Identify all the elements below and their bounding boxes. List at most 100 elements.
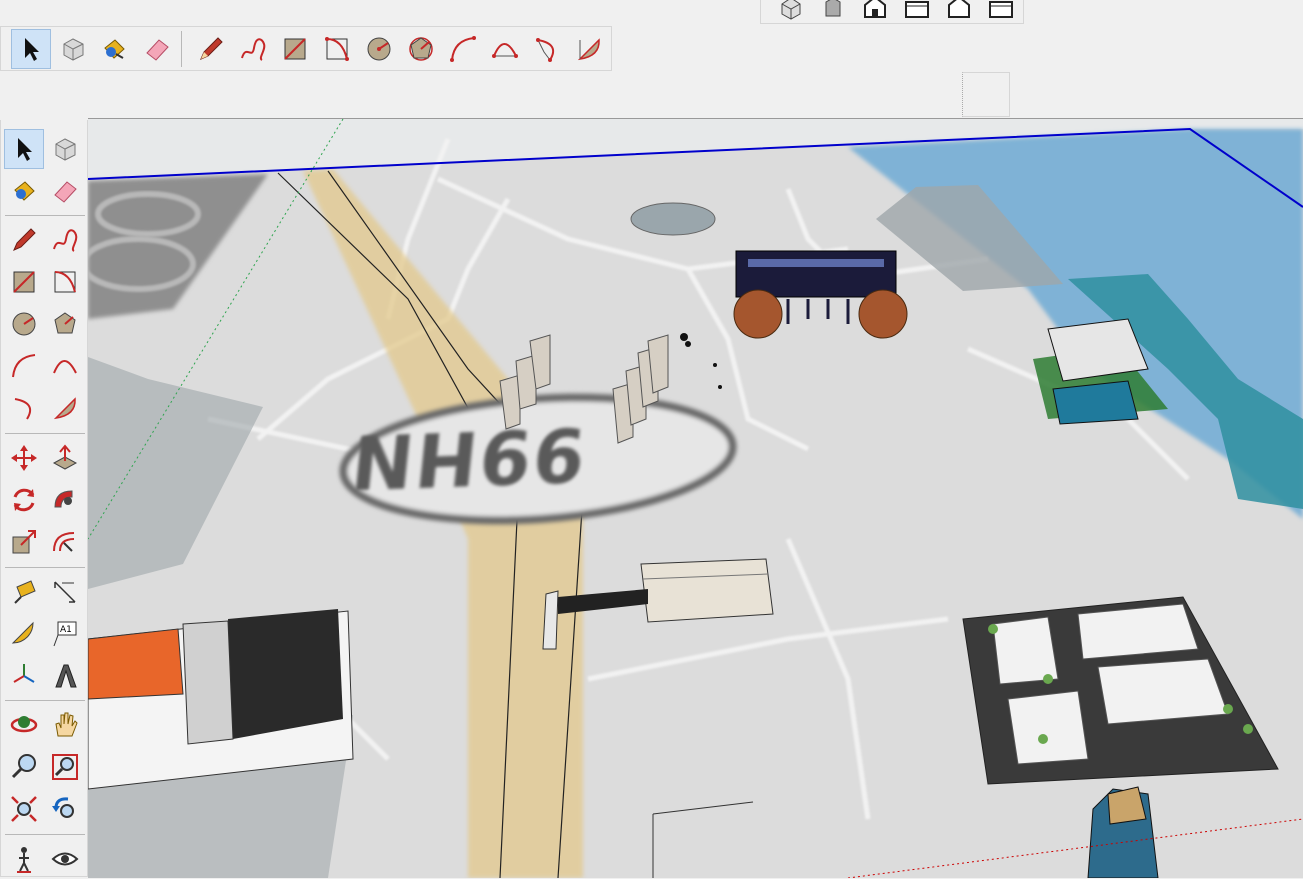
left-circle-tool-button[interactable]	[4, 304, 44, 344]
rectangle-tool-button[interactable]	[275, 29, 315, 69]
rectangle-icon	[284, 38, 306, 60]
arc-tool-button[interactable]	[443, 29, 483, 69]
circle-tool-button[interactable]	[359, 29, 399, 69]
dimension-tool-button[interactable]	[45, 572, 85, 612]
round-pad	[630, 202, 716, 236]
move-arrows-icon	[11, 445, 37, 471]
3d-text-icon	[55, 664, 77, 688]
top-view-button[interactable]	[815, 0, 851, 25]
look-around-tool-button[interactable]	[45, 839, 85, 879]
top-view-icon	[825, 0, 841, 17]
freehand-tool-button[interactable]	[233, 29, 273, 69]
tool-separator	[5, 700, 85, 701]
walk-tool-button[interactable]	[4, 839, 44, 879]
iso-view-button[interactable]	[773, 0, 809, 25]
arrow-cursor-icon	[18, 138, 32, 161]
two-point-arc-tool-button[interactable]	[485, 29, 525, 69]
rotate-tool-button[interactable]	[4, 480, 44, 520]
component-box-icon	[55, 138, 76, 161]
walk-figure-icon	[17, 847, 31, 873]
component-box-icon	[63, 38, 84, 61]
iso-view-icon	[781, 0, 801, 20]
left-line-tool-button[interactable]	[4, 220, 44, 260]
paint-bucket-icon	[104, 39, 125, 59]
3d-text-tool-button[interactable]	[45, 656, 85, 696]
orbit-tool-button[interactable]	[4, 705, 44, 745]
left-arc-tool-button[interactable]	[4, 346, 44, 386]
protractor-tool-button[interactable]	[4, 614, 44, 654]
left-pie-tool-button[interactable]	[45, 388, 85, 428]
zoom-tool-button[interactable]	[4, 747, 44, 787]
line-tool-button[interactable]	[191, 29, 231, 69]
left-rotated-rectangle-tool-button[interactable]	[45, 262, 85, 302]
left-view-button[interactable]	[983, 0, 1019, 25]
left-make-component-button[interactable]	[45, 129, 85, 169]
pan-tool-button[interactable]	[45, 705, 85, 745]
eye-icon	[51, 852, 79, 866]
rotated-rectangle-icon	[54, 271, 76, 293]
tape-measure-icon	[14, 580, 36, 604]
scale-tool-button[interactable]	[4, 522, 44, 562]
previous-view-icon	[52, 797, 74, 818]
three-point-arc-tool-button[interactable]	[527, 29, 567, 69]
text-tool-label: A1	[60, 625, 72, 635]
left-polygon-tool-button[interactable]	[45, 304, 85, 344]
axes-tool-button[interactable]	[4, 656, 44, 696]
polygon-tool-button[interactable]	[401, 29, 441, 69]
back-view-button[interactable]	[941, 0, 977, 25]
axes-icon	[13, 664, 35, 683]
eraser-button[interactable]	[137, 29, 177, 69]
left-three-point-arc-tool-button[interactable]	[4, 388, 44, 428]
orbit-icon	[10, 716, 38, 733]
empty-toolbar	[962, 72, 1010, 117]
select-tool-button[interactable]	[11, 29, 51, 69]
right-view-icon	[905, 1, 929, 18]
polygon-icon	[409, 37, 433, 61]
views-toolbar	[760, 0, 1024, 24]
make-component-button[interactable]	[53, 29, 93, 69]
pie-icon	[53, 397, 76, 420]
previous-view-tool-button[interactable]	[45, 789, 85, 829]
follow-me-tool-button[interactable]	[45, 480, 85, 520]
stadium-complex-model[interactable]	[88, 609, 354, 790]
left-two-point-arc-tool-button[interactable]	[45, 346, 85, 386]
push-pull-tool-button[interactable]	[45, 438, 85, 478]
offset-icon	[53, 532, 75, 552]
left-eraser-button[interactable]	[45, 171, 85, 211]
right-view-button[interactable]	[899, 0, 935, 25]
model-viewport[interactable]: 99HN	[88, 118, 1303, 878]
paint-bucket-button[interactable]	[94, 29, 134, 69]
text-tool-button[interactable]: A1	[45, 614, 85, 654]
zoom-window-icon	[52, 754, 78, 780]
zoom-extents-tool-button[interactable]	[4, 789, 44, 829]
rotated-rectangle-tool-button[interactable]	[317, 29, 357, 69]
tool-separator	[5, 834, 85, 835]
eraser-icon	[54, 181, 77, 203]
scene-canvas	[88, 119, 1303, 878]
drawing-toolbar	[0, 26, 612, 71]
toolbar-separator	[181, 31, 182, 67]
arc-icon	[450, 36, 476, 62]
polygon-icon	[54, 312, 76, 334]
tool-separator	[5, 215, 85, 216]
protractor-icon	[11, 621, 34, 644]
offset-tool-button[interactable]	[45, 522, 85, 562]
front-view-icon	[864, 0, 886, 18]
left-select-tool-button[interactable]	[4, 129, 44, 169]
back-view-icon	[948, 0, 970, 18]
front-view-button[interactable]	[857, 0, 893, 25]
circle-icon	[12, 312, 36, 336]
left-rectangle-tool-button[interactable]	[4, 262, 44, 302]
pencil-icon	[13, 228, 36, 251]
tape-measure-tool-button[interactable]	[4, 572, 44, 612]
move-tool-button[interactable]	[4, 438, 44, 478]
arc-icon	[12, 354, 36, 378]
pie-tool-button[interactable]	[569, 29, 609, 69]
zoom-window-tool-button[interactable]	[45, 747, 85, 787]
left-paint-bucket-button[interactable]	[4, 171, 44, 211]
two-point-arc-icon	[492, 43, 518, 58]
left-freehand-tool-button[interactable]	[45, 220, 85, 260]
dimension-icon	[54, 581, 76, 603]
follow-me-icon	[54, 490, 73, 508]
two-point-arc-icon	[53, 360, 77, 374]
